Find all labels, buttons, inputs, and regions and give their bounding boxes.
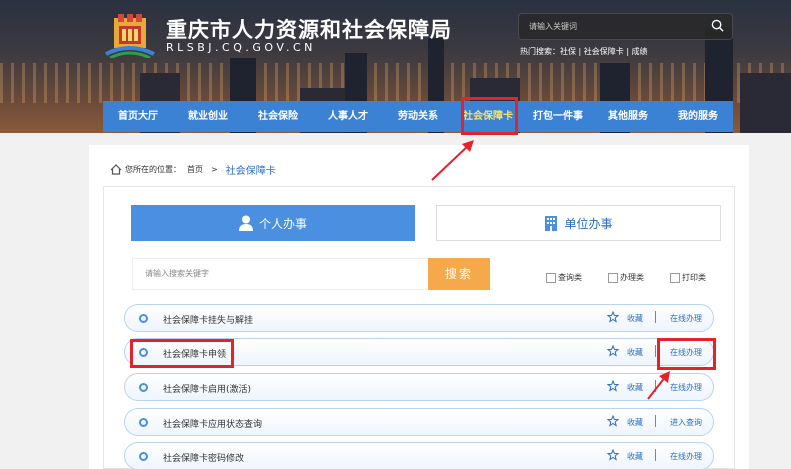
- nav-item-package[interactable]: 打包一件事: [523, 101, 593, 132]
- bullet-icon: [139, 314, 148, 323]
- service-name[interactable]: 社会保障卡应用状态查询: [163, 417, 262, 430]
- highlight-box: [461, 97, 518, 135]
- breadcrumb-separator: >: [211, 165, 218, 174]
- favorite-button[interactable]: 收藏: [627, 451, 643, 462]
- city-lights: [0, 63, 791, 103]
- divider: [655, 415, 656, 427]
- star-icon[interactable]: [607, 380, 619, 392]
- breadcrumb: 您所在的位置： 首页 > 社会保障卡: [110, 162, 276, 177]
- divider: [655, 345, 656, 357]
- building-icon: [545, 216, 558, 231]
- service-row[interactable]: 社会保障卡启用(激活) 收藏 在线办理: [124, 373, 714, 401]
- filter-query-label: 查询类: [558, 273, 582, 282]
- online-handle-button[interactable]: 在线办理: [670, 313, 702, 324]
- main-nav: 首页大厅 就业创业 社会保险 人事人才 劳动关系 社会保障卡 打包一件事 其他服…: [103, 101, 733, 132]
- nav-item-personnel[interactable]: 人事人才: [313, 101, 383, 132]
- favorite-button[interactable]: 收藏: [627, 417, 643, 428]
- bullet-icon: [139, 418, 148, 427]
- nav-item-other[interactable]: 其他服务: [593, 101, 663, 132]
- annotation-arrow: [431, 140, 474, 181]
- favorite-button[interactable]: 收藏: [627, 347, 643, 358]
- checkbox[interactable]: [546, 272, 556, 283]
- checkbox[interactable]: [670, 272, 680, 283]
- filter-handle[interactable]: 办理类: [608, 272, 644, 283]
- site-domain: RLSBJ.CQ.GOV.CN: [166, 41, 316, 54]
- service-row[interactable]: 社会保障卡挂失与解挂 收藏 在线办理: [124, 304, 714, 332]
- tab-unit-label: 单位办事: [564, 216, 613, 231]
- filter-query[interactable]: 查询类: [546, 272, 582, 283]
- star-icon[interactable]: [607, 415, 619, 427]
- hot-search[interactable]: 热门搜索：社保 | 社会保障卡 | 成绩: [520, 46, 648, 57]
- home-icon: [110, 164, 122, 175]
- nav-item-social-insurance[interactable]: 社会保险: [243, 101, 313, 132]
- highlight-box: [130, 339, 234, 368]
- filter-print-label: 打印类: [682, 273, 706, 282]
- star-icon[interactable]: [607, 311, 619, 323]
- nav-item-labor[interactable]: 劳动关系: [383, 101, 453, 132]
- filter-print[interactable]: 打印类: [670, 272, 706, 283]
- keyword-search-input[interactable]: 请输入搜索关键字: [132, 258, 430, 290]
- search-placeholder: 请输入关键词: [529, 22, 577, 31]
- checkbox[interactable]: [608, 272, 618, 283]
- service-row[interactable]: 社会保障卡密码修改 收藏 在线办理: [124, 442, 714, 469]
- breadcrumb-prefix: 您所在的位置：: [125, 165, 181, 174]
- service-name[interactable]: 社会保障卡挂失与解挂: [163, 313, 253, 326]
- nav-item-employment[interactable]: 就业创业: [173, 101, 243, 132]
- tab-personal[interactable]: 个人办事: [131, 205, 415, 241]
- nav-item-my-services[interactable]: 我的服务: [663, 101, 733, 132]
- tab-unit[interactable]: 单位办事: [436, 205, 721, 241]
- query-button[interactable]: 进入查询: [670, 417, 702, 428]
- star-icon[interactable]: [607, 449, 619, 461]
- tab-personal-label: 个人办事: [258, 216, 307, 231]
- highlight-box: [657, 338, 716, 370]
- divider: [655, 311, 656, 323]
- online-handle-button[interactable]: 在线办理: [670, 451, 702, 462]
- filter-handle-label: 办理类: [620, 273, 644, 282]
- search-button[interactable]: 搜索: [428, 258, 490, 290]
- online-handle-button[interactable]: 在线办理: [670, 382, 702, 393]
- service-name[interactable]: 社会保障卡启用(激活): [163, 382, 251, 395]
- annotation-arrow: [647, 371, 670, 400]
- building: [740, 73, 791, 133]
- bureau-logo[interactable]: [104, 14, 156, 58]
- nav-item-home[interactable]: 首页大厅: [103, 101, 173, 132]
- star-icon[interactable]: [607, 345, 619, 357]
- divider: [655, 449, 656, 461]
- breadcrumb-current: 社会保障卡: [225, 166, 276, 177]
- bullet-icon: [139, 452, 148, 461]
- breadcrumb-home[interactable]: 首页: [187, 164, 203, 175]
- favorite-button[interactable]: 收藏: [627, 313, 643, 324]
- site-title[interactable]: 重庆市人力资源和社会保障局: [166, 14, 452, 44]
- search-icon[interactable]: [711, 19, 724, 32]
- service-row[interactable]: 社会保障卡应用状态查询 收藏 进入查询: [124, 408, 714, 436]
- person-icon: [238, 215, 253, 231]
- site-search-input[interactable]: 请输入关键词: [518, 13, 733, 40]
- favorite-button[interactable]: 收藏: [627, 382, 643, 393]
- service-name[interactable]: 社会保障卡密码修改: [163, 451, 244, 464]
- bullet-icon: [139, 383, 148, 392]
